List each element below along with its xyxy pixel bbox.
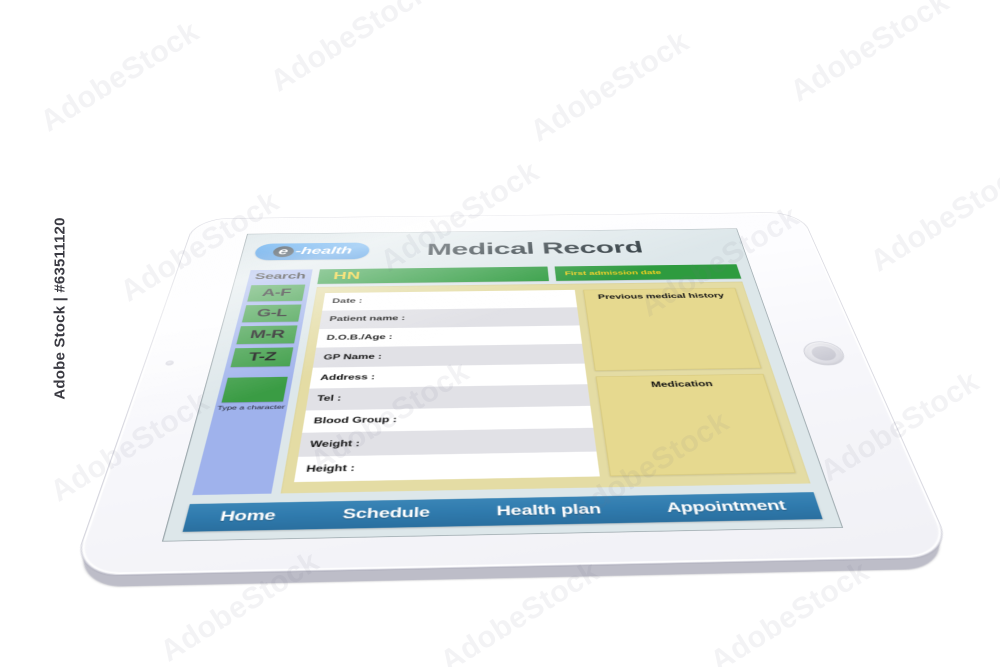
logo-text: -health <box>294 245 353 257</box>
3d-scene: e -health Medical Record Search A-F G-L … <box>0 0 1000 667</box>
screenshot-stage: e -health Medical Record Search A-F G-L … <box>0 0 1000 667</box>
nav-item-schedule[interactable]: Schedule <box>337 504 435 523</box>
sidebar-item-g-l[interactable]: G-L <box>241 304 302 323</box>
patient-form: Date : Patient name : D.O.B./Age : GP Na… <box>294 289 600 483</box>
app-body: Search A-F G-L M-R T-Z Type a character … <box>176 264 826 496</box>
record-panel: Date : Patient name : D.O.B./Age : GP Na… <box>280 281 811 494</box>
medication-card[interactable]: Medication <box>595 373 796 477</box>
tablet-device: e -health Medical Record Search A-F G-L … <box>69 212 956 588</box>
search-hint-label: Type a character <box>216 403 286 412</box>
nav-item-appointment[interactable]: Appointment <box>661 497 793 516</box>
first-admission-date-label: First admission date <box>564 269 662 277</box>
sidebar-item-a-f[interactable]: A-F <box>247 284 306 302</box>
nav-item-health-plan[interactable]: Health plan <box>492 501 607 520</box>
logo-e-icon: e <box>271 245 295 258</box>
search-input[interactable] <box>221 376 288 403</box>
sidebar-item-m-r[interactable]: M-R <box>236 325 298 345</box>
nav-item-home[interactable]: Home <box>214 507 282 525</box>
sidebar-title: Search <box>253 270 307 282</box>
tablet-screen: e -health Medical Record Search A-F G-L … <box>161 228 844 542</box>
medication-title: Medication <box>650 380 714 390</box>
